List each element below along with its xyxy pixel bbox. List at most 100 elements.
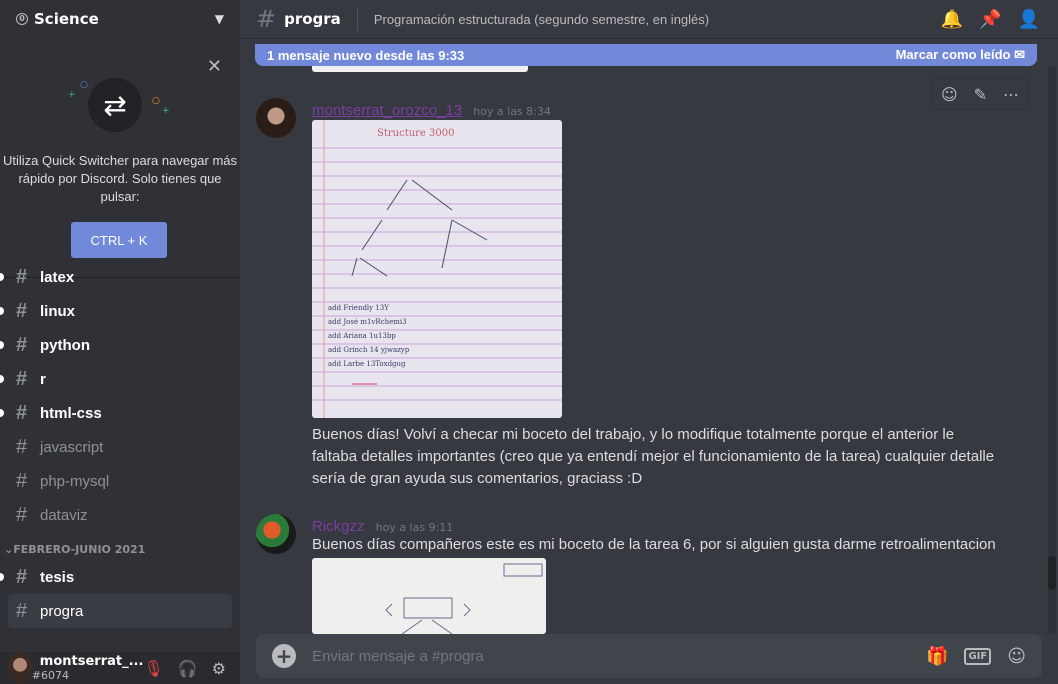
mute-microphone-icon[interactable]: 🎙 bbox=[143, 659, 163, 678]
sparkle-icon: ○ bbox=[80, 80, 88, 90]
paper-sketch bbox=[385, 563, 543, 634]
message-text: Buenos días! Volví a checar mi boceto de… bbox=[312, 426, 995, 487]
divider bbox=[356, 7, 358, 31]
user-tag: #6074 bbox=[31, 669, 69, 682]
hashtag-icon: # bbox=[16, 367, 28, 390]
channel-topic[interactable]: Programación estructurada (segundo semes… bbox=[374, 12, 709, 27]
messages-list: ☺ ✎ ⋯ montserrat_orozco_13 hoy a las 8:3… bbox=[240, 66, 1050, 634]
sidebar-item-r[interactable]: # r bbox=[0, 362, 240, 396]
sidebar-item-latex[interactable]: # latex bbox=[0, 260, 240, 294]
message-timestamp: hoy a las 8:34 bbox=[473, 105, 551, 118]
unread-dot bbox=[0, 341, 4, 349]
quick-switcher-panel: ✕ ○ + ○ + ⇄ Utiliza Quick Switcher para … bbox=[0, 38, 240, 278]
notebook-sketch: Structure 3000 add Friendly 13Y add José… bbox=[312, 120, 562, 418]
sidebar-item-linux[interactable]: # linux bbox=[0, 294, 240, 328]
hashtag-icon: # bbox=[16, 299, 28, 322]
gif-button[interactable]: GIF bbox=[964, 647, 992, 665]
add-reaction-icon[interactable]: ☺ bbox=[941, 85, 958, 104]
avatar[interactable] bbox=[8, 652, 32, 684]
sidebar-item-label: r bbox=[40, 370, 46, 388]
message-input[interactable] bbox=[312, 647, 872, 665]
hashtag-icon: # bbox=[256, 5, 277, 33]
avatar[interactable] bbox=[256, 98, 296, 138]
avatar[interactable] bbox=[256, 514, 296, 554]
user-panel: montserrat_... #6074 🎙 🎧 ⚙ bbox=[0, 652, 240, 684]
hashtag-icon: # bbox=[16, 265, 28, 288]
sparkle-icon: ○ bbox=[152, 96, 160, 106]
quick-switcher-text: Utiliza Quick Switcher para navegar más … bbox=[2, 153, 238, 204]
chevron-down-icon[interactable]: ▼ bbox=[215, 12, 224, 26]
sidebar-item-tesis[interactable]: # tesis bbox=[0, 560, 240, 594]
edit-icon[interactable]: ✎ bbox=[974, 85, 987, 104]
user-info: montserrat_... #6074 bbox=[32, 654, 144, 682]
channel-sidebar: 0 Science ▼ ✕ ○ + ○ + ⇄ Utiliza Quick Sw… bbox=[0, 0, 240, 684]
sidebar-item-progra[interactable]: # progra bbox=[8, 594, 232, 628]
emoji-icon[interactable]: ☺ bbox=[1007, 646, 1026, 667]
image-attachment[interactable] bbox=[312, 558, 546, 634]
server-badge-icon: 0 bbox=[16, 13, 28, 25]
channel-header: # progra Programación estructurada (segu… bbox=[240, 0, 1058, 38]
sketch-line: add Grinch 14 yjwazyp bbox=[328, 346, 410, 354]
pin-icon[interactable]: 📌 bbox=[979, 9, 1001, 30]
sidebar-item-label: python bbox=[40, 336, 90, 354]
message-text: Buenos días compañeros este es mi boceto… bbox=[312, 536, 996, 553]
server-name-row: 0 Science bbox=[16, 10, 99, 28]
channel-name: progra bbox=[284, 10, 341, 28]
swap-arrows-icon: ⇄ bbox=[88, 78, 142, 132]
message-composer: + 🎁 GIF ☺ bbox=[256, 634, 1042, 678]
image-attachment[interactable]: Structure 3000 add Friendly 13Y add José… bbox=[312, 120, 562, 418]
mark-read-icon: ✉ bbox=[1014, 47, 1025, 62]
members-icon[interactable]: 👤 bbox=[1018, 9, 1040, 30]
scrollbar[interactable] bbox=[1048, 66, 1056, 634]
hashtag-icon: # bbox=[16, 503, 28, 526]
sketch-line: add Larbe 13Toxdgug bbox=[328, 360, 406, 368]
hashtag-icon: # bbox=[16, 565, 28, 588]
sketch-line: add Friendly 13Y bbox=[328, 304, 389, 312]
add-attachment-icon[interactable]: + bbox=[272, 644, 296, 668]
sidebar-item-dataviz[interactable]: # dataviz bbox=[0, 498, 240, 532]
sketch-title: Structure 3000 bbox=[377, 128, 454, 139]
message-author[interactable]: Rickgzz bbox=[312, 518, 365, 535]
headphones-icon[interactable]: 🎧 bbox=[178, 659, 198, 678]
bell-icon[interactable]: 🔔 bbox=[941, 9, 963, 30]
chevron-down-icon: ⌄ bbox=[4, 543, 14, 556]
sidebar-item-php-mysql[interactable]: # php-mysql bbox=[0, 464, 240, 498]
hashtag-icon: # bbox=[16, 333, 28, 356]
sidebar-item-label: javascript bbox=[40, 438, 104, 456]
hashtag-icon: # bbox=[16, 401, 28, 424]
quick-switcher-button[interactable]: CTRL + K bbox=[71, 222, 167, 258]
mark-read-button[interactable]: Marcar como leído ✉ bbox=[896, 47, 1025, 63]
message-actions-bar: ☺ ✎ ⋯ bbox=[932, 78, 1028, 110]
close-icon[interactable]: ✕ bbox=[207, 56, 222, 77]
sidebar-item-label: dataviz bbox=[40, 506, 88, 524]
unread-dot bbox=[0, 573, 4, 581]
sidebar-item-label: tesis bbox=[40, 568, 75, 586]
previous-attachment[interactable] bbox=[312, 66, 528, 72]
scrollbar-thumb[interactable] bbox=[1048, 556, 1056, 590]
sidebar-item-html-css[interactable]: # html-css bbox=[0, 396, 240, 430]
gift-icon[interactable]: 🎁 bbox=[926, 646, 948, 667]
sidebar-item-label: latex bbox=[40, 268, 75, 286]
new-messages-text: 1 mensaje nuevo desde las 9:33 bbox=[267, 47, 465, 63]
channel-list: # latex # linux # python # r # html-css # javascrip… bbox=[0, 266, 240, 628]
sketch-line: add Ariana 1u13bp bbox=[328, 332, 396, 340]
message-author[interactable]: montserrat_orozco_13 bbox=[312, 102, 462, 119]
hashtag-icon: # bbox=[16, 599, 28, 622]
category-label: FEBRERO-JUNIO 2021 bbox=[13, 543, 146, 556]
new-messages-bar[interactable]: 1 mensaje nuevo desde las 9:33 Marcar co… bbox=[255, 44, 1037, 66]
sidebar-item-python[interactable]: # python bbox=[0, 328, 240, 362]
gear-icon[interactable]: ⚙ bbox=[212, 659, 226, 678]
category-header[interactable]: ⌄ FEBRERO-JUNIO 2021 bbox=[0, 532, 240, 556]
server-header[interactable]: 0 Science ▼ bbox=[0, 0, 240, 38]
hashtag-icon: # bbox=[16, 469, 28, 492]
sparkle-icon: + bbox=[68, 90, 76, 100]
sparkle-icon: + bbox=[162, 106, 170, 116]
sketch-line: add José m1vRchemi3 bbox=[328, 318, 407, 326]
sidebar-item-javascript[interactable]: # javascript bbox=[0, 430, 240, 464]
sidebar-item-label: html-css bbox=[40, 404, 102, 422]
chat-area: # progra Programación estructurada (segu… bbox=[240, 0, 1058, 684]
sidebar-item-label: progra bbox=[40, 602, 84, 620]
message-timestamp: hoy a las 9:11 bbox=[375, 521, 454, 534]
username: montserrat_... bbox=[39, 654, 144, 669]
more-icon[interactable]: ⋯ bbox=[1003, 85, 1019, 104]
